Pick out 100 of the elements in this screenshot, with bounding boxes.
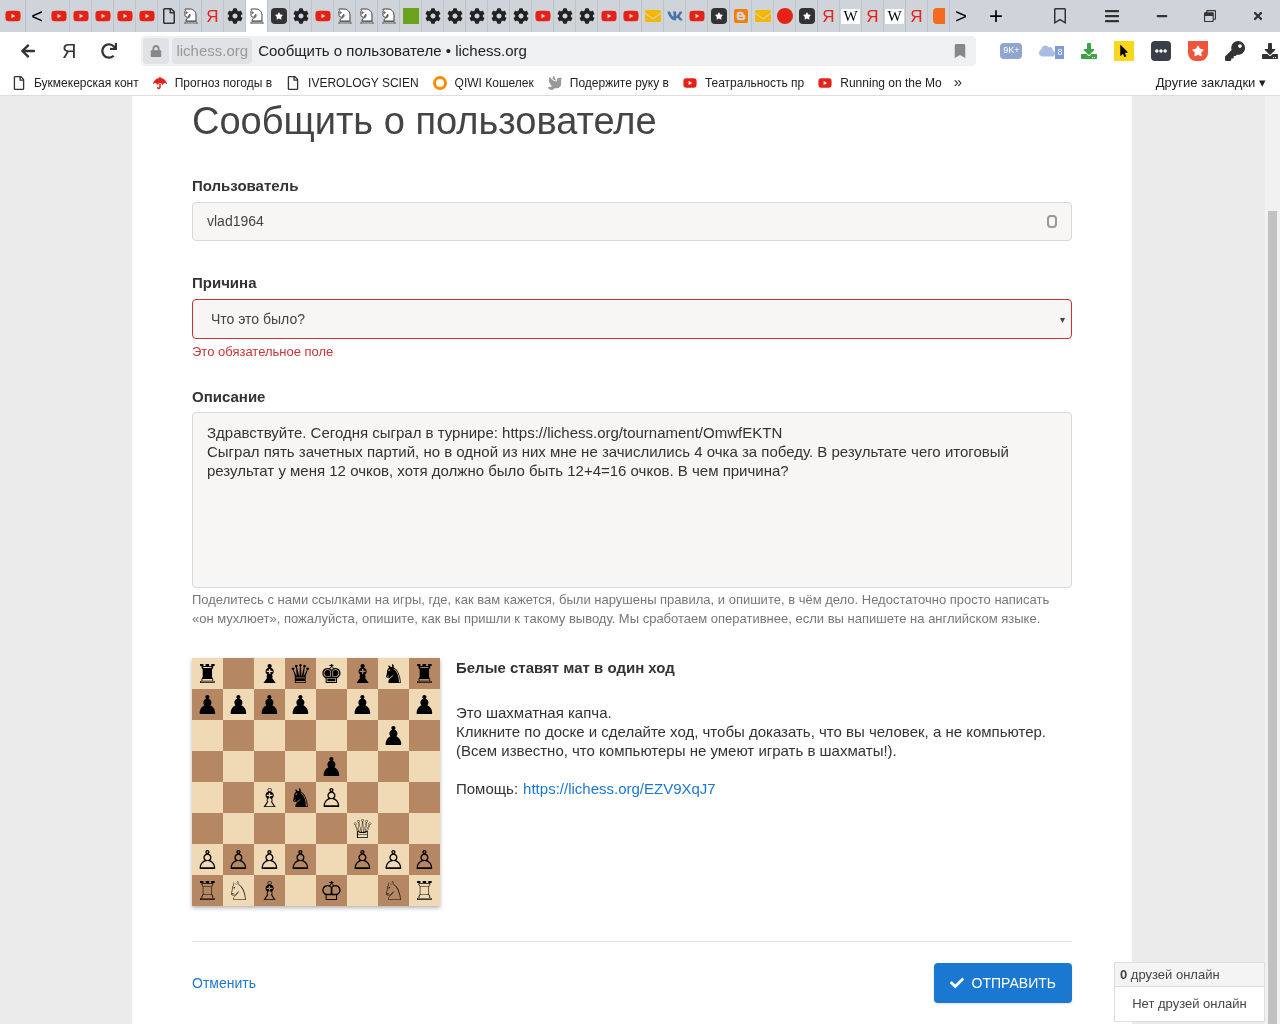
bookmark-item[interactable]: Букмекерская конт (0, 73, 141, 92)
error-message: Это обязательное поле (192, 343, 335, 361)
video-icon (688, 8, 705, 24)
browser-tab[interactable] (554, 0, 576, 32)
square-logo-icon (932, 8, 945, 24)
scroll-tabs-left-button[interactable]: < (26, 0, 48, 32)
tab-glyph: Я (206, 7, 219, 25)
gear-icon (226, 8, 243, 24)
pointer-icon[interactable] (1114, 41, 1135, 61)
description-field[interactable]: Здравствуйте. Сегодня сыграл в турнире: https://lichess.org/tournament/OmwfEKTN Сыграл пять зачетных партий, но в одной из них мне не зачислились 4 очка за победу. В результате чего итоговый результат у меня 12 очков, хотя должно было быть 12+4=16 очков. В чем причина? (192, 412, 1072, 588)
captcha-text: Это шахматная капча. (456, 703, 613, 722)
video-icon (50, 8, 67, 24)
bookmark-item[interactable]: Подержите руку в (535, 73, 671, 92)
browser-tab[interactable] (444, 0, 466, 32)
bookmarks-icon[interactable] (1052, 8, 1068, 24)
video-icon (138, 8, 155, 24)
browser-tab[interactable] (796, 0, 818, 32)
gear-icon (490, 8, 507, 24)
knight-icon (358, 8, 375, 24)
gear-icon (468, 8, 485, 24)
gear-icon (578, 8, 595, 24)
help-text: Поделитесь с нами ссылками на игры, где, как вам кажется, были нарушены правила, и опишите, в чём дело. Недостаточно просто написать «он мухлюет», пожалуйста, опишите, как вы пришли к такому выводу. Мы сработаем оперативнее, если вы напишете на английском языке. (192, 591, 1051, 628)
help-link[interactable]: https://lichess.org/EZV9XqJ7 (523, 779, 716, 798)
browser-tab[interactable] (708, 0, 730, 32)
browser-tab[interactable] (268, 0, 290, 32)
domain-chip: lichess.org (172, 38, 253, 64)
other-bookmarks-button[interactable]: Другие закладки ▾ (1155, 72, 1266, 93)
video-icon (682, 75, 697, 90)
browser-tab[interactable] (224, 0, 246, 32)
help-label: Помощь: (456, 779, 519, 798)
address-field[interactable]: lichess.org Сообщить о пользователе • lichess.org (141, 36, 977, 66)
tab-glyph: Я (910, 7, 923, 25)
browser-tab[interactable]: W (884, 0, 906, 32)
tab-glyph: W (885, 8, 904, 24)
restore-icon[interactable] (1204, 10, 1216, 22)
menu-icon[interactable] (1104, 8, 1120, 24)
friends-empty-text: Нет друзей онлайн (1131, 995, 1248, 1014)
reason-select[interactable]: Что это было? ▾ (192, 299, 1072, 339)
page-title: Сообщить о пользователе • lichess.org (258, 40, 527, 61)
browser-tab[interactable] (488, 0, 510, 32)
page-icon (286, 75, 301, 90)
bookmark-item[interactable]: Театральность пр (670, 73, 807, 92)
gear-icon (424, 8, 441, 24)
bookmark-item[interactable]: IVEROLOGY SCIEN (274, 73, 421, 92)
scroll-tabs-right-button[interactable]: > (950, 0, 972, 32)
bookmark-item[interactable]: QIWI Кошелек (420, 73, 536, 92)
ring-icon (432, 75, 447, 90)
new-tab-button[interactable]: + (980, 0, 1012, 32)
reload-icon[interactable] (101, 43, 118, 59)
star-shield-icon[interactable] (1188, 41, 1209, 61)
gear-icon (512, 8, 529, 24)
scrollbar-thumb[interactable] (1268, 211, 1277, 1024)
square-logo-icon (402, 8, 419, 24)
knight-icon (336, 8, 353, 24)
browser-tab[interactable] (422, 0, 444, 32)
bookmark-item[interactable]: Прогноз погоды в (140, 73, 275, 92)
submit-button[interactable]: ОТПРАВИТЬ (933, 963, 1072, 1003)
browser-tab[interactable]: W (840, 0, 862, 32)
user-field[interactable]: vlad1964 (192, 202, 1072, 241)
sparkle-icon (798, 8, 815, 24)
close-icon[interactable] (1252, 10, 1264, 22)
dots-icon[interactable] (1151, 41, 1172, 61)
check-icon (949, 976, 964, 990)
mail-icon (754, 8, 771, 24)
video-icon (116, 8, 133, 24)
chess-board[interactable]: ♜ ♝♛♚♝♞♜ ♟♟♟♟ ♟ ♟ ♟ ♟ ♗♞♙ ♕ ♙♙♙♙ ♙♙♙ ♖♘♗ ♔ ♘♖ (192, 658, 440, 906)
video-icon (818, 75, 833, 90)
tab-glyph: Я (822, 7, 835, 25)
captcha-title: Белые ставят мат в один ход (456, 658, 676, 677)
video-icon (622, 8, 639, 24)
video-icon (600, 8, 617, 24)
download-icon[interactable] (1262, 43, 1279, 59)
browser-tab[interactable] (290, 0, 312, 32)
back-icon[interactable] (20, 43, 36, 59)
umbrella-icon (152, 75, 167, 90)
captcha-text: Кликните по доске и сделайте ход, чтобы доказать, что вы человек, а не компьютер. (456, 722, 1046, 741)
video-icon (94, 8, 111, 24)
sparkle-icon (710, 8, 727, 24)
browser-logo[interactable]: Я (62, 41, 77, 61)
knight-icon (182, 8, 199, 24)
download-arrow-icon[interactable] (1081, 43, 1098, 59)
key-icon[interactable] (1225, 41, 1246, 61)
browser-tab[interactable] (510, 0, 532, 32)
friends-count[interactable]: 0 друзей онлайн (1115, 963, 1264, 987)
bookmark-icon[interactable] (954, 44, 967, 58)
tab-glyph: W (841, 8, 860, 24)
cancel-link[interactable]: Отменить (192, 972, 256, 994)
sparkle-icon (270, 8, 287, 24)
tab-glyph: Я (866, 7, 879, 25)
browser-tab[interactable] (466, 0, 488, 32)
gear-icon (446, 8, 463, 24)
video-icon (314, 8, 331, 24)
field-label: Описание (192, 387, 267, 407)
field-label: Пользователь (192, 176, 300, 196)
browser-tab[interactable] (576, 0, 598, 32)
lock-icon (150, 45, 163, 57)
video-icon (72, 8, 89, 24)
bookmark-item[interactable]: Running on the Mo (806, 73, 944, 92)
page-icon (160, 8, 177, 24)
more-bookmarks-button[interactable]: » (953, 71, 963, 94)
